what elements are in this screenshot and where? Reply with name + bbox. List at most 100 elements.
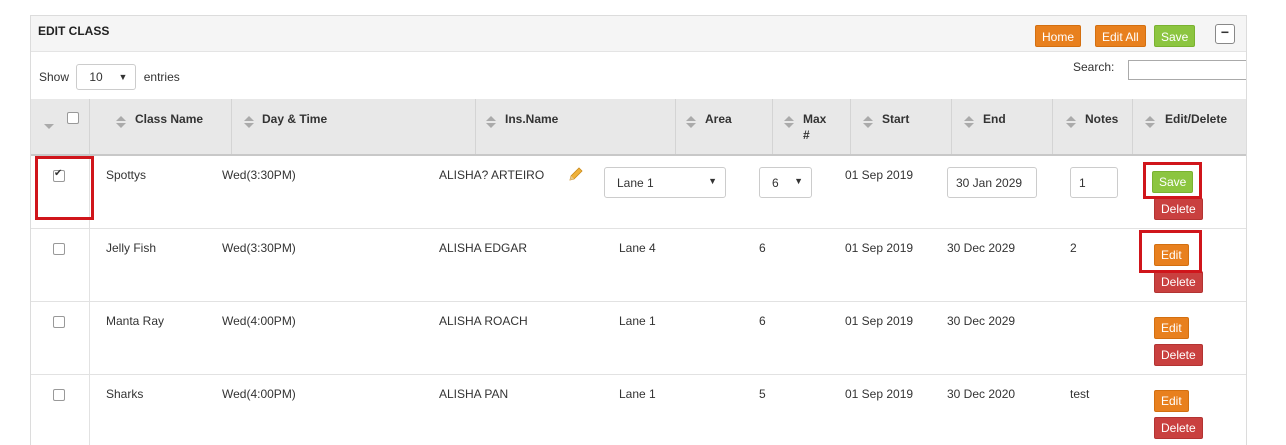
max-cell: 6 [759,314,766,328]
ins-name-cell: ALISHA ROACH [439,314,528,328]
end-date-value: 30 Jan 2029 [956,176,1023,190]
sort-icon[interactable] [44,124,54,129]
max-cell: 5 [759,387,766,401]
column-divider [89,375,90,445]
highlight-box-save [1143,162,1202,199]
class-name-cell: Manta Ray [106,314,165,328]
column-class-name[interactable]: Class Name [90,99,232,154]
row-edit-button[interactable]: Edit [1154,390,1189,412]
ins-name-cell: ALISHA EDGAR [439,241,528,255]
select-all-checkbox[interactable] [67,112,79,124]
column-label: Start [882,112,910,126]
sort-icon [784,116,794,130]
sort-icon [964,116,974,130]
highlight-box-checkbox [35,156,94,220]
chevron-down-icon: ▼ [794,176,803,186]
column-end[interactable]: End [952,99,1053,154]
max-select[interactable]: 6 ▼ [759,167,812,198]
column-label: Notes [1085,112,1119,126]
row-checkbox[interactable] [53,316,65,328]
column-label: Ins.Name [505,112,559,126]
column-label: Day & Time [262,112,328,126]
sort-icon [116,116,126,130]
area-select-value: Lane 1 [617,176,654,190]
column-label: End [983,112,1006,126]
day-time-cell: Wed(3:30PM) [222,168,296,182]
end-cell: 30 Dec 2029 [947,314,1016,328]
row-checkbox[interactable] [53,389,65,401]
end-date-input[interactable]: 30 Jan 2029 [947,167,1037,198]
table-row: Sharks Wed(4:00PM) ALISHA PAN Lane 1 5 0… [31,375,1246,445]
sort-icon [1145,116,1155,130]
search-input[interactable] [1128,60,1246,80]
start-cell: 01 Sep 2019 [845,168,914,182]
ins-name-cell: ALISHA PAN [439,387,509,401]
column-label: Max [803,112,827,126]
column-divider [89,229,90,301]
row-checkbox[interactable] [53,243,65,255]
chevron-down-icon: ▼ [708,176,717,186]
panel-header: EDIT CLASS Home Edit All Save − [31,16,1246,52]
row-delete-button[interactable]: Delete [1154,198,1203,220]
search-control: Search: [1073,60,1246,80]
sort-icon [244,116,254,130]
show-label: Show [39,69,70,84]
home-button[interactable]: Home [1035,25,1082,47]
column-start[interactable]: Start [851,99,952,154]
column-notes[interactable]: Notes [1053,99,1133,154]
class-name-cell: Sharks [106,387,144,401]
page-length-select[interactable]: 10 ▼ [76,63,137,90]
column-max[interactable]: Max # [773,99,851,154]
save-all-button[interactable]: Save [1154,25,1196,47]
sort-icon [863,116,873,130]
highlight-box-edit [1139,230,1202,273]
area-cell: Lane 4 [619,241,656,255]
edit-class-panel: EDIT CLASS Home Edit All Save − Show 10 … [30,15,1247,445]
page-length-control: Show 10 ▼ entries [39,63,180,90]
column-label: Edit/Delete [1165,112,1228,126]
row-edit-button[interactable]: Edit [1154,317,1189,339]
table-row: Jelly Fish Wed(3:30PM) ALISHA EDGAR Lane… [31,229,1246,302]
day-time-cell: Wed(3:30PM) [222,241,296,255]
sort-icon [686,116,696,130]
notes-input[interactable]: 1 [1070,167,1118,198]
day-time-cell: Wed(4:00PM) [222,314,296,328]
sort-icon [486,116,496,130]
notes-cell: test [1070,387,1090,401]
start-cell: 01 Sep 2019 [845,241,914,255]
page-length-value: 10 [89,69,103,84]
entries-label: entries [143,69,180,84]
search-label: Search: [1073,60,1115,74]
end-cell: 30 Dec 2029 [947,241,1016,255]
max-cell: 6 [759,241,766,255]
pencil-icon[interactable] [568,166,584,182]
collapse-panel-button[interactable]: − [1215,24,1235,44]
chevron-down-icon: ▼ [118,71,128,82]
notes-value: 1 [1079,176,1086,190]
column-label-hash: # [803,128,810,142]
notes-cell: 2 [1070,241,1077,255]
panel-title: EDIT CLASS [38,24,110,38]
column-label: Area [705,112,732,126]
sort-icon [1066,116,1076,130]
row-delete-button[interactable]: Delete [1154,344,1203,366]
area-cell: Lane 1 [619,314,656,328]
day-time-cell: Wed(4:00PM) [222,387,296,401]
column-edit-delete[interactable]: Edit/Delete [1133,99,1246,154]
table-row: Manta Ray Wed(4:00PM) ALISHA ROACH Lane … [31,302,1246,375]
area-select[interactable]: Lane 1 ▼ [604,167,726,198]
area-cell: Lane 1 [619,387,656,401]
start-cell: 01 Sep 2019 [845,314,914,328]
column-label: Class Name [135,112,204,126]
max-select-value: 6 [772,176,779,190]
table-row: Spottys Wed(3:30PM) ALISHA? ARTEIRO Lane… [31,156,1246,229]
select-all-column [31,99,90,154]
column-ins-name[interactable]: Ins.Name [476,99,676,154]
start-cell: 01 Sep 2019 [845,387,914,401]
column-area[interactable]: Area [676,99,773,154]
table-header: Class Name Day & Time Ins.Name Area Max … [31,99,1246,156]
column-day-time[interactable]: Day & Time [232,99,476,154]
row-delete-button[interactable]: Delete [1154,417,1203,439]
row-delete-button[interactable]: Delete [1154,271,1203,293]
edit-all-button[interactable]: Edit All [1095,25,1146,47]
